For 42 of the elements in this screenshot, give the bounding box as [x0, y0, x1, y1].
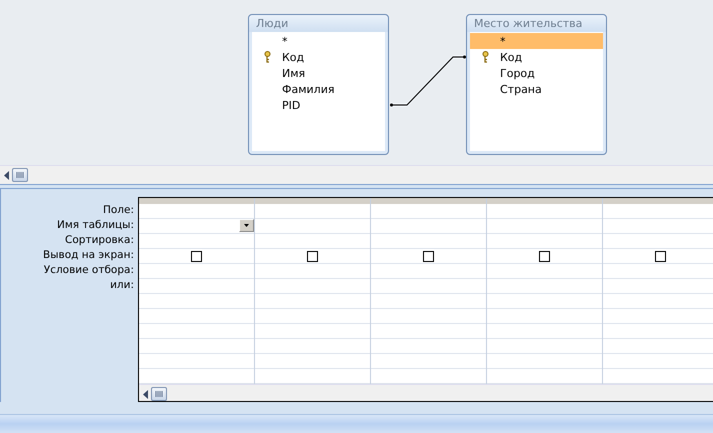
row-label: Имя таблицы:: [56, 218, 135, 233]
show-checkbox[interactable]: [423, 250, 434, 262]
column-selector[interactable]: [255, 198, 370, 204]
field-item[interactable]: Код: [470, 49, 603, 65]
grip-icon: [16, 172, 24, 178]
row-label: Сортировка:: [64, 233, 135, 248]
key-icon: [264, 51, 270, 63]
grip-icon: [155, 391, 163, 397]
field-item[interactable]: *: [470, 33, 603, 49]
field-item[interactable]: *: [252, 33, 385, 49]
field-item[interactable]: Код: [252, 49, 385, 65]
field-item[interactable]: Страна: [470, 81, 603, 97]
show-checkbox[interactable]: [539, 250, 550, 262]
field-item[interactable]: PID: [252, 97, 385, 113]
table-title: Место жительства: [467, 15, 606, 32]
field-item[interactable]: Фамилия: [252, 81, 385, 97]
field-item[interactable]: Имя: [252, 65, 385, 81]
grid-scrollbar[interactable]: [139, 384, 713, 401]
table-name-cell[interactable]: [139, 219, 254, 234]
row-label: Вывод на экран:: [42, 248, 135, 263]
column-selector[interactable]: [371, 198, 486, 204]
scroll-left-icon[interactable]: [4, 170, 9, 180]
dropdown-button[interactable]: [239, 219, 254, 232]
table-window[interactable]: Место жительства * Код Город Страна: [466, 14, 607, 155]
row-label: Поле:: [102, 203, 135, 218]
caret-icon: [244, 224, 249, 227]
show-checkbox[interactable]: [655, 250, 666, 262]
scroll-thumb[interactable]: [151, 387, 167, 401]
column-selector[interactable]: [487, 198, 602, 204]
show-checkbox[interactable]: [307, 250, 318, 262]
table-title: Люди: [249, 15, 388, 32]
column-selector[interactable]: [139, 198, 254, 204]
row-label: Условие отбора:: [42, 263, 135, 278]
horizontal-scrollbar[interactable]: [0, 165, 713, 184]
row-label: или:: [109, 278, 135, 293]
table-window[interactable]: Люди * Код Имя Фамилия PID: [248, 14, 389, 155]
key-icon: [482, 51, 488, 63]
scroll-left-icon[interactable]: [143, 390, 148, 398]
show-checkbox[interactable]: [191, 250, 202, 262]
field-item[interactable]: Город: [470, 65, 603, 81]
scroll-thumb[interactable]: [12, 168, 28, 182]
column-selector[interactable]: [603, 198, 713, 204]
